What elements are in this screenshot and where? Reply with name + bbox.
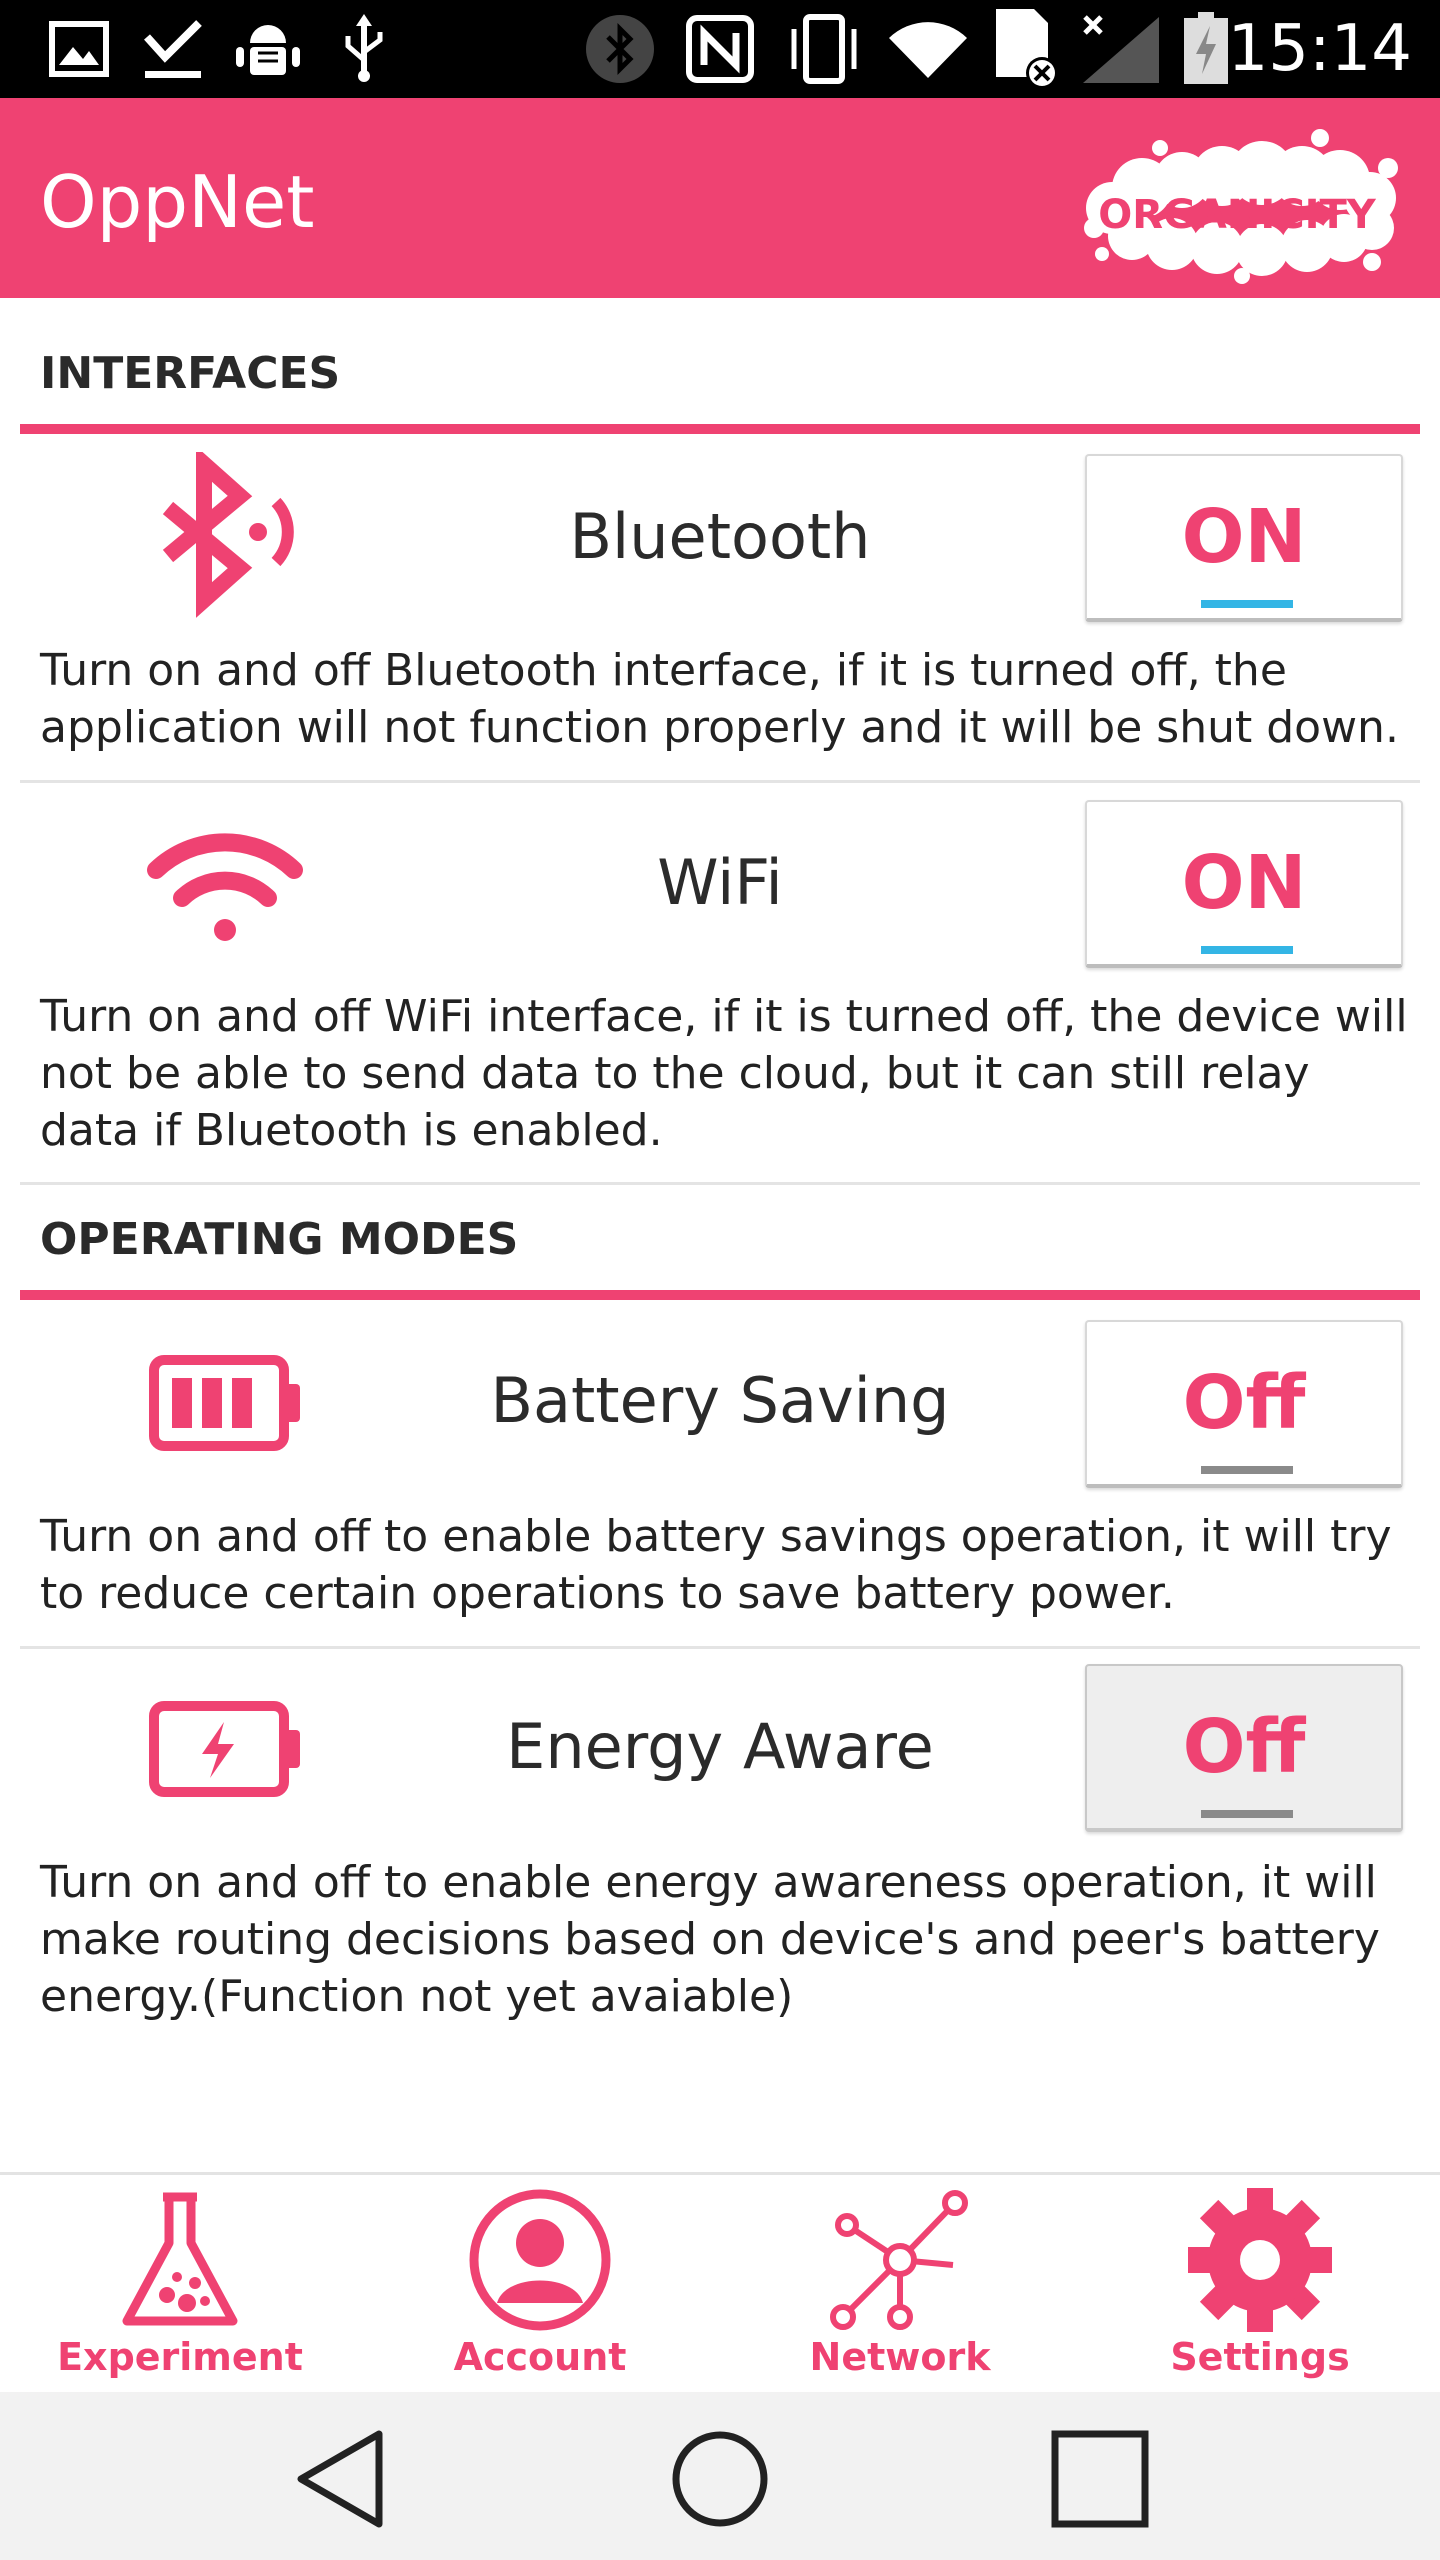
toggle-indicator <box>1201 946 1293 954</box>
toggle-indicator <box>1201 600 1293 608</box>
nav-item-account[interactable]: Account <box>360 2185 720 2385</box>
organicity-logo: ORGANICITY <box>1072 118 1402 288</box>
nav-label: Network <box>809 2335 991 2379</box>
setting-label: Energy Aware <box>506 1710 934 1783</box>
sim-error-icon <box>990 9 1060 89</box>
setting-description: Turn on and off Bluetooth interface, if … <box>40 645 1399 753</box>
status-bar: 15:14 <box>0 0 1440 98</box>
toggle-state: ON <box>1181 494 1307 580</box>
home-icon[interactable] <box>655 2414 785 2544</box>
section-rule <box>20 1290 1420 1300</box>
divider <box>20 780 1420 783</box>
bottom-navigation: Experiment Account Network Settings <box>0 2172 1440 2395</box>
cell-signal-icon <box>1078 14 1164 84</box>
nav-item-experiment[interactable]: Experiment <box>0 2185 360 2385</box>
toggle-state: Off <box>1182 1360 1306 1446</box>
section-header-interfaces: INTERFACES <box>40 348 341 399</box>
section-rule <box>20 424 1420 434</box>
energy-aware-toggle[interactable]: Off <box>1085 1664 1403 1832</box>
bluetooth-icon <box>582 14 658 84</box>
app-bar: OppNet ORGANICITY <box>0 98 1440 298</box>
battery-charging-icon <box>1180 12 1232 84</box>
wifi-toggle[interactable]: ON <box>1085 800 1403 968</box>
setting-description: Turn on and off to enable energy awarene… <box>40 1857 1380 2022</box>
setting-label: Bluetooth <box>569 500 871 573</box>
nav-label: Account <box>453 2335 627 2379</box>
flask-icon <box>122 2192 238 2326</box>
bluetooth-icon <box>140 446 310 622</box>
status-time: 15:14 <box>1227 12 1412 86</box>
toggle-state: ON <box>1181 840 1307 926</box>
wifi-icon <box>884 14 972 84</box>
download-done-icon <box>138 14 208 84</box>
toggle-indicator <box>1201 1466 1293 1474</box>
battery-saving-toggle[interactable]: Off <box>1085 1320 1403 1488</box>
android-debug-icon <box>232 14 304 84</box>
nfc-icon <box>684 14 756 84</box>
toggle-indicator <box>1201 1810 1293 1818</box>
nav-label: Settings <box>1170 2335 1350 2379</box>
image-icon <box>44 14 114 84</box>
section-header-operating-modes: OPERATING MODES <box>40 1214 519 1265</box>
divider <box>20 1646 1420 1649</box>
usb-icon <box>336 14 392 84</box>
vibrate-icon <box>782 14 866 84</box>
logo-text: ORGANICITY <box>1098 192 1376 238</box>
nav-item-settings[interactable]: Settings <box>1080 2185 1440 2385</box>
setting-description: Turn on and off to enable battery saving… <box>40 1511 1392 1619</box>
setting-label: WiFi <box>657 846 783 919</box>
bluetooth-toggle[interactable]: ON <box>1085 454 1403 622</box>
recents-icon[interactable] <box>1035 2414 1165 2544</box>
network-icon <box>830 2190 968 2330</box>
divider <box>20 1182 1420 1185</box>
toggle-state: Off <box>1182 1704 1306 1790</box>
account-icon <box>469 2189 611 2331</box>
system-navigation-bar <box>0 2392 1440 2560</box>
battery-charging-icon <box>140 1664 310 1834</box>
setting-description: Turn on and off WiFi interface, if it is… <box>40 991 1408 1156</box>
battery-full-icon <box>140 1318 310 1488</box>
setting-label: Battery Saving <box>490 1364 950 1437</box>
wifi-icon <box>140 800 310 970</box>
back-icon[interactable] <box>275 2414 405 2544</box>
nav-label: Experiment <box>57 2335 303 2379</box>
nav-item-network[interactable]: Network <box>720 2185 1080 2385</box>
app-title: OppNet <box>40 160 315 244</box>
gear-icon <box>1188 2188 1332 2332</box>
